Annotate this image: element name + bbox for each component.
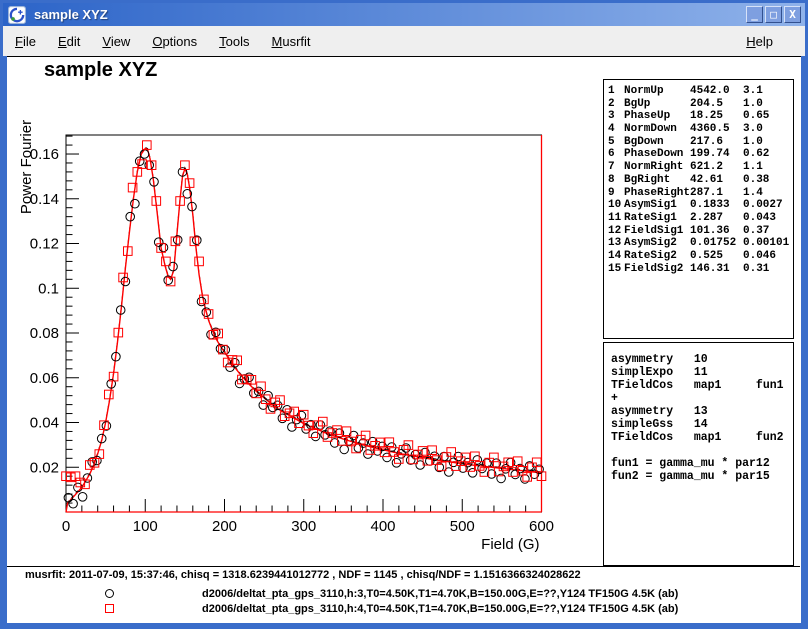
plot-title: sample XYZ (44, 59, 157, 81)
minimize-button[interactable]: _ (746, 6, 763, 23)
title-bar: sample XYZ _□X (3, 3, 805, 26)
param-row-RateSig1: 11RateSig12.2870.043 (608, 212, 793, 225)
param-row-BgRight: 8BgRight42.610.38 (608, 174, 793, 187)
param-row-BgDown: 5BgDown217.61.0 (608, 136, 793, 149)
theory-line: asymmetry 13 (611, 405, 793, 418)
param-row-PhaseDown: 6PhaseDown199.740.62 (608, 148, 793, 161)
legend-label: d2006/deltat_pta_gps_3110,h:3,T0=4.50K,T… (202, 588, 678, 600)
x-tick-label: 0 (62, 518, 70, 535)
param-row-NormRight: 7NormRight621.21.1 (608, 161, 793, 174)
theory-line: fun1 = gamma_mu * par12 (611, 457, 793, 470)
data-point-square (105, 390, 114, 399)
menu-tools[interactable]: Tools (219, 34, 249, 49)
window-title: sample XYZ (34, 7, 108, 22)
menu-view[interactable]: View (102, 34, 130, 49)
pad-divider (7, 566, 800, 567)
legend-marker-circle (105, 589, 114, 598)
theory-line (611, 444, 793, 457)
window-controls: _□X (746, 6, 801, 23)
data-point-circle (392, 459, 401, 468)
data-point-circle (131, 199, 140, 208)
x-tick-label: 100 (133, 518, 158, 535)
y-tick-label: 0.06 (30, 370, 59, 387)
param-row-AsymSig1: 10AsymSig10.18330.0027 (608, 199, 793, 212)
data-point-circle (197, 297, 206, 306)
param-row-NormUp: 1NormUp4542.03.1 (608, 85, 793, 98)
data-point-square (195, 257, 204, 266)
theory-line: asymmetry 10 (611, 353, 793, 366)
x-tick-label: 300 (291, 518, 316, 535)
data-point-circle (402, 444, 411, 453)
param-row-NormDown: 4NormDown4360.53.0 (608, 123, 793, 136)
fit-status-text: musrfit: 2011-07-09, 15:37:46, chisq = 1… (25, 569, 581, 581)
theory-line: fun2 = gamma_mu * par15 (611, 470, 793, 483)
param-row-FieldSig1: 12FieldSig1101.360.37 (608, 225, 793, 238)
y-axis-title: Power Fourier (18, 120, 35, 214)
legend-label: d2006/deltat_pta_gps_3110,h:4,T0=4.50K,T… (202, 603, 678, 615)
data-point-circle (154, 238, 163, 247)
x-tick-label: 200 (212, 518, 237, 535)
param-row-FieldSig2: 15FieldSig2146.310.31 (608, 263, 793, 276)
theory-line: simplExpo 11 (611, 366, 793, 379)
data-point-circle (521, 475, 530, 484)
app-icon (8, 6, 26, 24)
y-tick-label: 0.04 (30, 415, 59, 432)
close-button[interactable]: X (784, 6, 801, 23)
menu-help[interactable]: Help (746, 34, 773, 49)
param-row-BgUp: 2BgUp204.51.0 (608, 98, 793, 111)
menu-file[interactable]: File (15, 34, 36, 49)
param-row-RateSig2: 14RateSig20.5250.046 (608, 250, 793, 263)
y-tick-label: 0.08 (30, 325, 59, 342)
parameter-box: 1NormUp4542.03.12BgUp204.51.03PhaseUp18.… (603, 79, 794, 339)
x-axis-title: Field (G) (481, 536, 539, 553)
maximize-button[interactable]: □ (765, 6, 782, 23)
menu-options[interactable]: Options (152, 34, 197, 49)
theory-line: TFieldCos map1 fun2 (611, 431, 793, 444)
x-tick-label: 500 (450, 518, 475, 535)
menu-musrfit[interactable]: Musrfit (272, 34, 311, 49)
theory-line: TFieldCos map1 fun1 (611, 379, 793, 392)
fourier-plot[interactable]: sample XYZ 0 100 200 300 400 500 600 0.02 0.04 0.0… (7, 57, 607, 566)
theory-line: simpleGss 14 (611, 418, 793, 431)
root-canvas[interactable]: sample XYZ 0 100 200 300 400 500 600 0.02 0.04 0.0… (7, 56, 801, 623)
data-point-circle (340, 445, 349, 454)
param-row-AsymSig2: 13AsymSig20.017520.00101 (608, 237, 793, 250)
y-tick-label: 0.1 (38, 280, 59, 297)
data-point-square (276, 396, 285, 405)
data-point-circle (311, 432, 320, 441)
data-point-circle (102, 422, 111, 431)
x-tick-label: 600 (529, 518, 554, 535)
data-point-circle (78, 493, 87, 502)
y-tick-label: 0.12 (30, 236, 59, 253)
theory-box: asymmetry 10simplExpo 11TFieldCos map1 f… (603, 342, 794, 566)
theory-line: + (611, 392, 793, 405)
data-point-circle (316, 421, 325, 430)
menu-edit[interactable]: Edit (58, 34, 80, 49)
data-point-circle (69, 499, 78, 508)
param-row-PhaseRight: 9PhaseRight287.11.4 (608, 187, 793, 200)
legend-marker-square (105, 604, 114, 613)
menu-bar: File Edit View Options Tools Musrfit Help (3, 26, 805, 56)
app-window: sample XYZ _□X File Edit View Options Tools M… (0, 0, 808, 629)
y-tick-label: 0.02 (30, 459, 59, 476)
x-tick-label: 400 (370, 518, 395, 535)
param-row-PhaseUp: 3PhaseUp18.250.65 (608, 110, 793, 123)
